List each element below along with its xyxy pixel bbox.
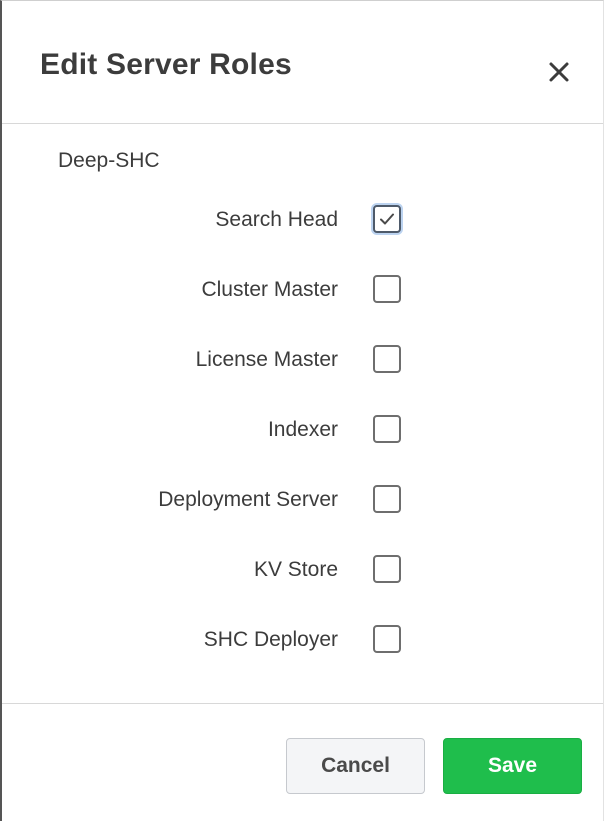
role-row-deployment-server: Deployment Server (2, 484, 605, 516)
cancel-button[interactable]: Cancel (286, 738, 425, 794)
role-label: Indexer (267, 418, 338, 441)
edit-server-roles-dialog: Edit Server Roles Deep-SHC Search Head C… (0, 0, 604, 821)
role-row-kv-store: KV Store (2, 554, 605, 586)
close-icon (549, 62, 569, 82)
role-row-license-master: License Master (2, 344, 605, 376)
dialog-header: Edit Server Roles (2, 1, 603, 124)
checkmark-icon (380, 213, 394, 225)
role-label: SHC Deployer (203, 628, 338, 651)
dialog-footer: Cancel Save (2, 703, 603, 823)
role-label: License Master (195, 348, 338, 371)
save-button[interactable]: Save (443, 738, 582, 794)
role-row-indexer: Indexer (2, 414, 605, 446)
role-checkbox-search-head[interactable] (373, 205, 401, 233)
role-label: Cluster Master (201, 278, 338, 301)
dialog-title: Edit Server Roles (40, 48, 292, 81)
server-name: Deep-SHC (58, 149, 160, 172)
role-checkbox-cluster-master[interactable] (373, 275, 401, 303)
role-checkbox-deployment-server[interactable] (373, 485, 401, 513)
close-button[interactable] (542, 55, 576, 89)
role-checkbox-license-master[interactable] (373, 345, 401, 373)
role-checkbox-indexer[interactable] (373, 415, 401, 443)
role-label: KV Store (253, 558, 338, 581)
role-row-shc-deployer: SHC Deployer (2, 624, 605, 656)
role-checkbox-kv-store[interactable] (373, 555, 401, 583)
role-row-cluster-master: Cluster Master (2, 274, 605, 306)
role-row-search-head: Search Head (2, 204, 605, 236)
role-label: Search Head (215, 208, 338, 231)
role-checkbox-shc-deployer[interactable] (373, 625, 401, 653)
role-label: Deployment Server (158, 488, 338, 511)
dialog-body: Deep-SHC Search Head Cluster Master Lice… (2, 124, 603, 702)
